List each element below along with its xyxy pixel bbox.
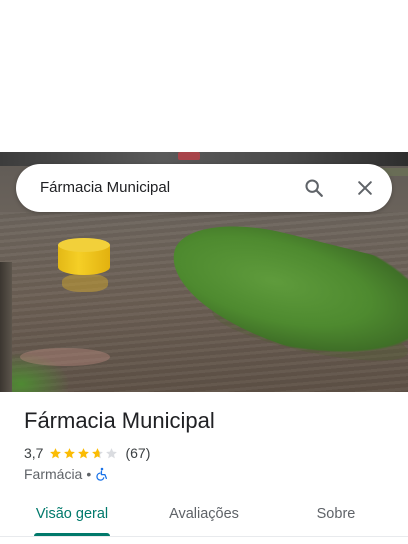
search-button[interactable] — [298, 172, 330, 204]
search-bar[interactable]: Fármacia Municipal — [16, 164, 392, 212]
search-icon — [305, 179, 323, 197]
tab-reviews[interactable]: Avaliações — [154, 496, 254, 532]
wheelchair-icon — [96, 467, 108, 481]
star-icon — [106, 447, 118, 458]
star-icon — [92, 447, 104, 458]
close-icon — [358, 181, 372, 195]
rating-value: 3,7 — [24, 445, 44, 461]
tabs-divider — [0, 536, 408, 537]
photo-bollard-reflection — [62, 274, 108, 292]
tab-overview[interactable]: Visão geral — [24, 496, 120, 532]
photo-post — [0, 262, 12, 392]
clear-search-button[interactable] — [349, 172, 381, 204]
photo-pink-reflection — [20, 348, 110, 366]
place-tabs: Visão geral Avaliações Sobre — [0, 496, 408, 544]
category-row: Farmácia • — [24, 465, 109, 483]
blank-area — [0, 0, 408, 152]
place-category: Farmácia — [24, 466, 83, 482]
rating-row[interactable]: 3,7 (67) — [24, 444, 150, 462]
search-input[interactable]: Fármacia Municipal — [40, 164, 170, 212]
star-icon — [78, 447, 90, 458]
place-title: Fármacia Municipal — [24, 408, 215, 433]
separator-dot: • — [86, 466, 92, 482]
star-icon — [64, 447, 76, 458]
photo-red-car — [178, 152, 200, 160]
review-count[interactable]: (67) — [125, 445, 150, 461]
star-icon — [50, 447, 62, 458]
rating-stars — [49, 447, 119, 460]
tab-about[interactable]: Sobre — [296, 496, 376, 532]
photo-yellow-bollard-top — [58, 238, 110, 252]
